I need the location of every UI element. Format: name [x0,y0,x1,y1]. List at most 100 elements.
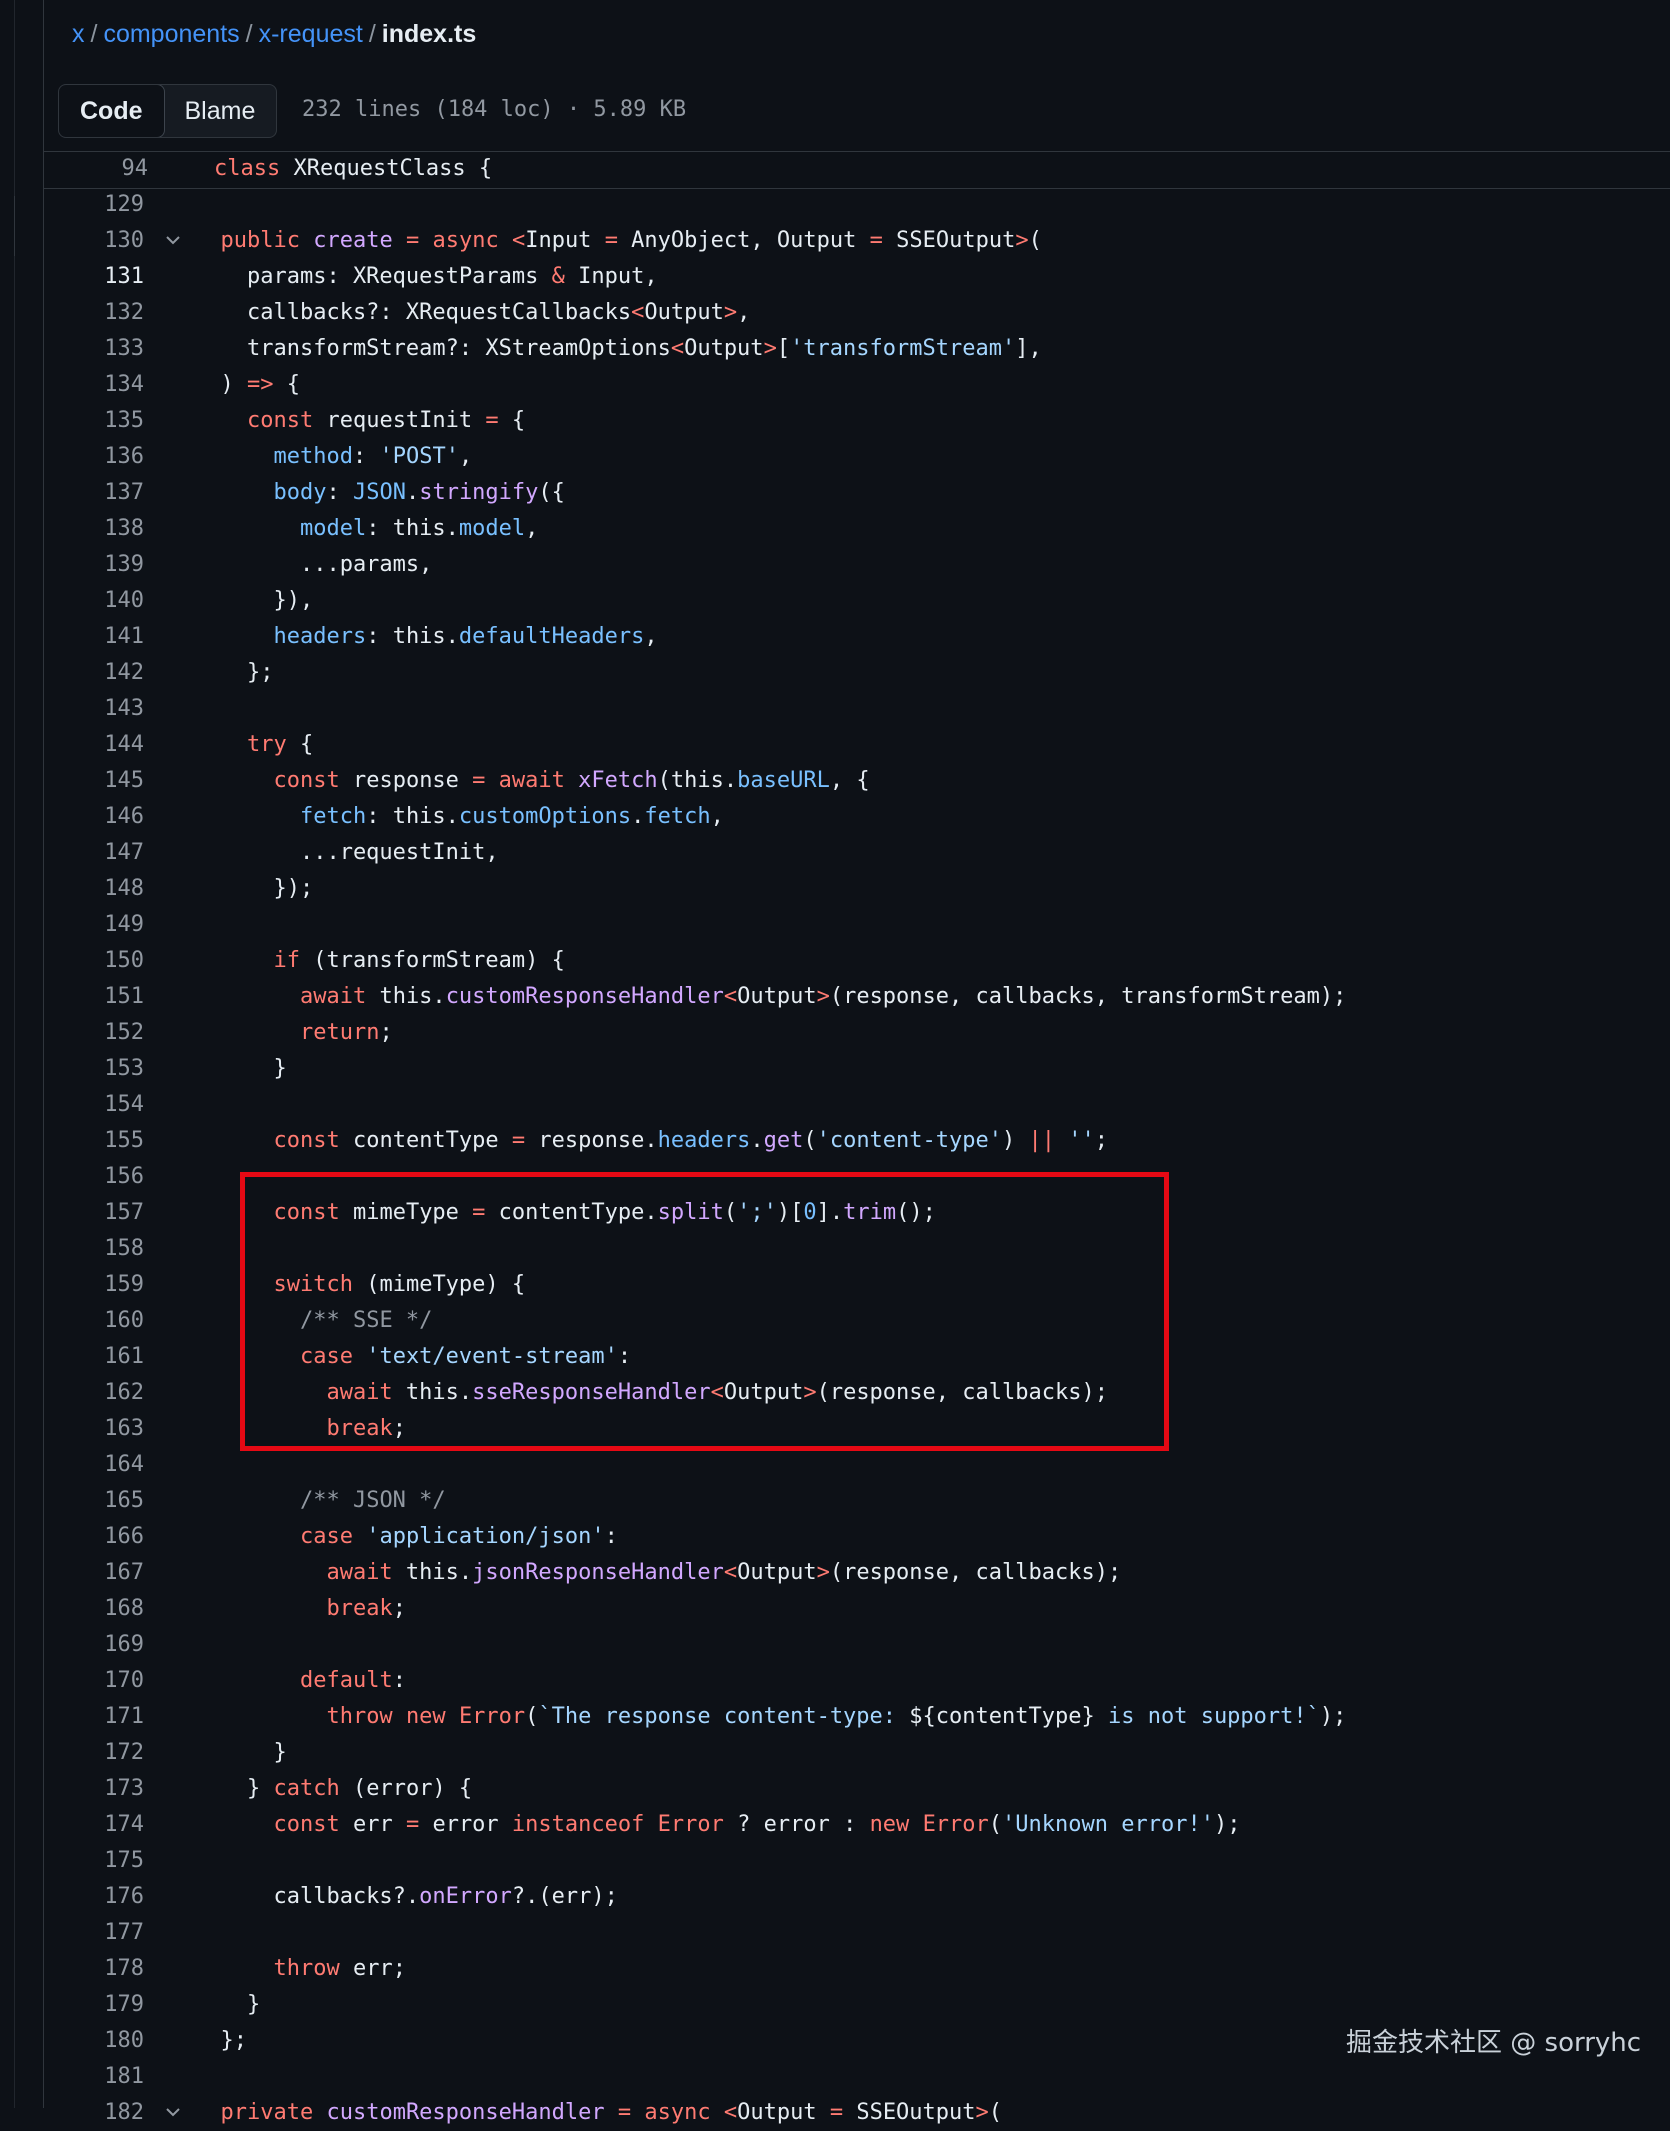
code-line[interactable]: 175 [44,1843,1670,1879]
line-number[interactable]: 176 [44,1879,144,1915]
breadcrumb-root-link[interactable]: x [72,20,85,48]
line-number[interactable]: 140 [44,583,144,619]
sticky-scope-header[interactable]: 94 class XRequestClass { [44,152,1670,189]
code-line[interactable]: 173 } catch (error) { [44,1771,1670,1807]
line-number[interactable]: 131 [44,259,144,295]
code-line[interactable]: 171 throw new Error(`The response conten… [44,1699,1670,1735]
code-line[interactable]: 170 default: [44,1663,1670,1699]
code-line[interactable]: 179 } [44,1987,1670,2023]
code-line[interactable]: 133 transformStream?: XStreamOptions<Out… [44,331,1670,367]
code-line[interactable]: 145 const response = await xFetch(this.b… [44,763,1670,799]
line-number[interactable]: 167 [44,1555,144,1591]
code-line[interactable]: 177 [44,1915,1670,1951]
line-number[interactable]: 138 [44,511,144,547]
code-line[interactable]: 160 /** SSE */ [44,1303,1670,1339]
line-number[interactable]: 135 [44,403,144,439]
code-line[interactable]: 157 const mimeType = contentType.split('… [44,1195,1670,1231]
code-line[interactable]: 143 [44,691,1670,727]
code-line[interactable]: 165 /** JSON */ [44,1483,1670,1519]
code-line[interactable]: 162 await this.sseResponseHandler<Output… [44,1375,1670,1411]
line-number[interactable]: 162 [44,1375,144,1411]
code-line[interactable]: 159 switch (mimeType) { [44,1267,1670,1303]
code-line[interactable]: 178 throw err; [44,1951,1670,1987]
code-line[interactable]: 137 body: JSON.stringify({ [44,475,1670,511]
code-line[interactable]: 135 const requestInit = { [44,403,1670,439]
breadcrumb-components-link[interactable]: components [103,20,239,48]
line-number[interactable]: 164 [44,1447,144,1483]
code-line[interactable]: 140 }), [44,583,1670,619]
line-number[interactable]: 168 [44,1591,144,1627]
line-number[interactable]: 150 [44,943,144,979]
code-line[interactable]: 153 } [44,1051,1670,1087]
line-number[interactable]: 147 [44,835,144,871]
breadcrumb-x-request-link[interactable]: x-request [259,20,363,48]
line-number[interactable]: 166 [44,1519,144,1555]
line-number[interactable]: 156 [44,1159,144,1195]
code-line[interactable]: 151 await this.customResponseHandler<Out… [44,979,1670,1015]
code-line[interactable]: 182 private customResponseHandler = asyn… [44,2095,1670,2131]
code-line[interactable]: 166 case 'application/json': [44,1519,1670,1555]
line-number[interactable]: 129 [44,187,144,223]
code-line[interactable]: 148 }); [44,871,1670,907]
line-number[interactable]: 130 [44,223,144,259]
code-line[interactable]: 172 } [44,1735,1670,1771]
code-line[interactable]: 134 ) => { [44,367,1670,403]
line-number[interactable]: 149 [44,907,144,943]
line-number[interactable]: 151 [44,979,144,1015]
code-line[interactable]: 181 [44,2059,1670,2095]
code-line[interactable]: 176 callbacks?.onError?.(err); [44,1879,1670,1915]
code-line[interactable]: 158 [44,1231,1670,1267]
code-line[interactable]: 132 callbacks?: XRequestCallbacks<Output… [44,295,1670,331]
code-line[interactable]: 149 [44,907,1670,943]
code-line[interactable]: 141 headers: this.defaultHeaders, [44,619,1670,655]
code-line[interactable]: 146 fetch: this.customOptions.fetch, [44,799,1670,835]
line-number[interactable]: 159 [44,1267,144,1303]
code-line[interactable]: 161 case 'text/event-stream': [44,1339,1670,1375]
line-number[interactable]: 143 [44,691,144,727]
line-number[interactable]: 165 [44,1483,144,1519]
line-number[interactable]: 145 [44,763,144,799]
line-number[interactable]: 181 [44,2059,144,2095]
code-line[interactable]: 142 }; [44,655,1670,691]
chevron-down-icon[interactable] [161,223,185,259]
line-number[interactable]: 141 [44,619,144,655]
code-line[interactable]: 174 const err = error instanceof Error ?… [44,1807,1670,1843]
code-line[interactable]: 167 await this.jsonResponseHandler<Outpu… [44,1555,1670,1591]
code-view[interactable]: 129 130 public create = async <Input = An… [44,187,1670,2131]
code-line[interactable]: 155 const contentType = response.headers… [44,1123,1670,1159]
line-number[interactable]: 179 [44,1987,144,2023]
code-line[interactable]: 144 try { [44,727,1670,763]
code-line[interactable]: 139 ...params, [44,547,1670,583]
line-number[interactable]: 169 [44,1627,144,1663]
code-line[interactable]: 164 [44,1447,1670,1483]
line-number[interactable]: 144 [44,727,144,763]
chevron-down-icon[interactable] [161,2095,185,2131]
line-number[interactable]: 161 [44,1339,144,1375]
code-line[interactable]: 129 [44,187,1670,223]
code-line[interactable]: 136 method: 'POST', [44,439,1670,475]
code-line[interactable]: 138 model: this.model, [44,511,1670,547]
line-number[interactable]: 160 [44,1303,144,1339]
line-number[interactable]: 171 [44,1699,144,1735]
line-number[interactable]: 163 [44,1411,144,1447]
line-number[interactable]: 142 [44,655,144,691]
line-number[interactable]: 133 [44,331,144,367]
line-number[interactable]: 132 [44,295,144,331]
line-number[interactable]: 177 [44,1915,144,1951]
line-number[interactable]: 158 [44,1231,144,1267]
code-line[interactable]: 150 if (transformStream) { [44,943,1670,979]
code-tab[interactable]: Code [59,85,165,137]
code-line[interactable]: 152 return; [44,1015,1670,1051]
line-number[interactable]: 174 [44,1807,144,1843]
line-number[interactable]: 155 [44,1123,144,1159]
code-line[interactable]: 130 public create = async <Input = AnyOb… [44,223,1670,259]
line-number[interactable]: 172 [44,1735,144,1771]
code-line[interactable]: 169 [44,1627,1670,1663]
line-number[interactable]: 134 [44,367,144,403]
line-number[interactable]: 137 [44,475,144,511]
code-line[interactable]: 163 break; [44,1411,1670,1447]
line-number[interactable]: 182 [44,2095,144,2131]
line-number[interactable]: 157 [44,1195,144,1231]
code-line[interactable]: 131 params: XRequestParams & Input, [44,259,1670,295]
line-number[interactable]: 178 [44,1951,144,1987]
